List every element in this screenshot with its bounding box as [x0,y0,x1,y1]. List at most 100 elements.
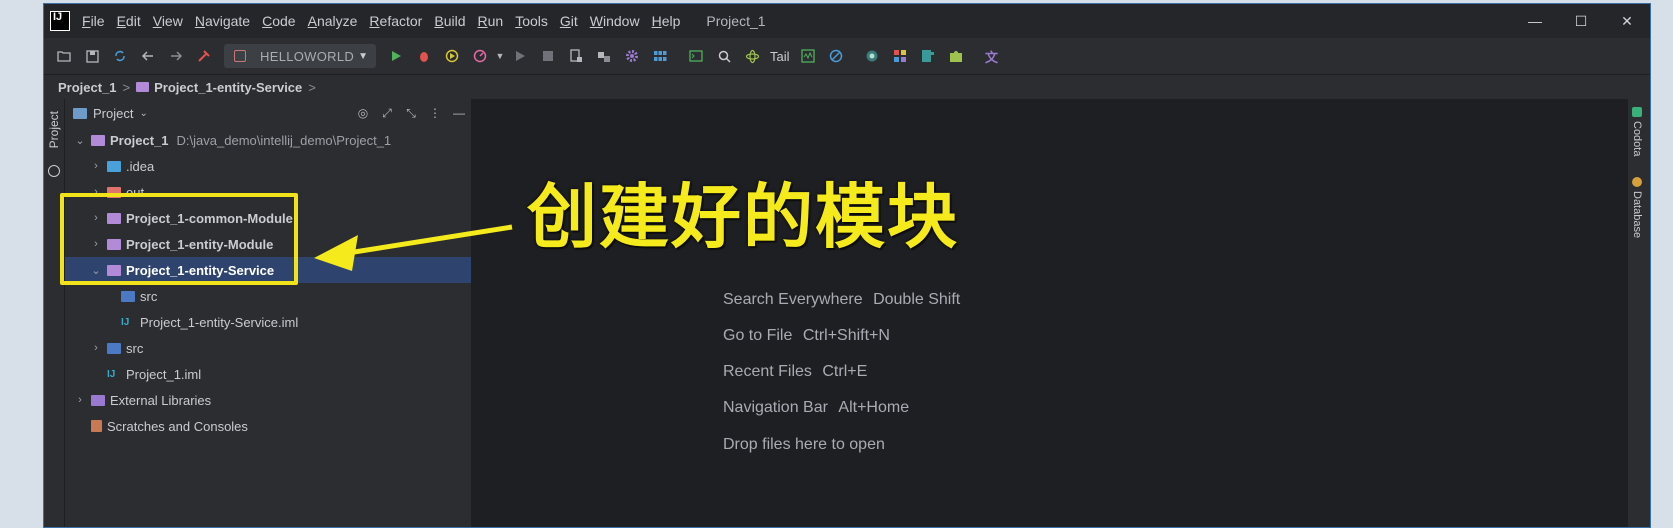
tree-row-service-iml[interactable]: IJ Project_1-entity-Service.iml [65,309,471,335]
open-folder-icon[interactable] [56,48,72,64]
panel-title[interactable]: Project [93,106,133,121]
minimize-button[interactable]: — [1512,4,1558,38]
hint-drop-files: Drop files here to open [723,436,885,454]
build-hammer-icon[interactable] [196,48,212,64]
chevron-right-icon[interactable]: › [89,212,103,224]
codota-tool-button[interactable]: Codota [1631,107,1643,156]
attach-icon[interactable] [512,48,528,64]
intellij-logo-icon [50,11,70,31]
menu-file[interactable]: File [82,13,105,29]
menu-help[interactable]: Help [652,13,681,29]
output-folder-icon [107,186,121,198]
chevron-right-icon[interactable]: › [73,394,87,406]
record-icon[interactable] [864,48,880,64]
terminal-icon[interactable] [688,48,704,64]
hint-shortcut: Double Shift [873,291,961,308]
project-tool-window-button[interactable]: Project [47,111,61,148]
block-icon[interactable] [828,48,844,64]
hint-shortcut: Ctrl+E [822,363,868,380]
tree-label: src [140,288,158,304]
tail-button[interactable]: Tail [770,49,790,64]
menu-code[interactable]: Code [262,13,295,29]
component-icon[interactable] [920,48,936,64]
locate-target-icon[interactable]: ◎ [351,106,375,120]
chevron-down-icon[interactable]: ⌄ [139,108,147,119]
options-kebab-icon[interactable]: ⋮ [423,106,447,120]
coverage-icon[interactable] [444,48,460,64]
chevron-right-icon[interactable]: › [89,160,103,172]
breadcrumb-project[interactable]: Project_1 [58,80,117,95]
save-icon[interactable] [84,48,100,64]
hide-panel-icon[interactable]: — [447,106,471,120]
tree-row-out[interactable]: › out [65,179,471,205]
grid-layout-icon[interactable] [652,48,668,64]
maximize-button[interactable]: ☐ [1558,4,1604,38]
plugin-grid-icon[interactable] [892,48,908,64]
run-configuration-select[interactable]: HELLOWORLD ▼ [224,44,376,68]
run-config-label: HELLOWORLD [260,48,355,64]
search-icon[interactable] [716,48,732,64]
project-folder-icon [73,107,87,119]
tree-row-scratches[interactable]: Scratches and Consoles [65,413,471,439]
iml-file-icon: IJ [107,368,116,380]
tree-label: Project_1-entity-Service [126,262,275,278]
chevron-right-icon[interactable]: › [89,238,103,250]
run-icon[interactable] [388,48,404,64]
modules-icon[interactable] [596,48,612,64]
menu-view[interactable]: View [153,13,183,29]
debug-icon[interactable] [416,48,432,64]
database-tool-button[interactable]: Database [1631,177,1643,238]
module-folder-icon [107,212,121,224]
tree-row-src[interactable]: › src [65,335,471,361]
tree-row-idea[interactable]: › .idea [65,153,471,179]
stop-icon[interactable] [540,48,556,64]
expand-all-icon[interactable]: ⤢ [375,106,399,121]
chevron-down-icon[interactable]: ⌄ [89,264,103,277]
more-run-chevron-icon[interactable]: ▼ [496,48,505,64]
settings-gear-icon[interactable] [624,48,640,64]
tree-row-external-libraries[interactable]: › External Libraries [65,387,471,413]
tree-row-project-root[interactable]: ⌄ Project_1 D:\java_demo\intellij_demo\P… [65,127,471,153]
collapse-all-icon[interactable]: ⤡ [399,106,423,121]
right-tool-strip: Codota Database [1627,99,1650,527]
left-tool-strip: Project [44,99,65,527]
menu-edit[interactable]: Edit [117,13,141,29]
profile-icon[interactable] [472,48,488,64]
tree-label: Scratches and Consoles [107,418,248,434]
project-strip-icon [48,165,60,177]
back-icon[interactable] [140,48,156,64]
translate-icon[interactable]: 文 [984,48,1000,65]
menu-window[interactable]: Window [590,13,640,29]
menu-run[interactable]: Run [477,13,503,29]
tree-label: External Libraries [110,392,212,408]
atom-icon[interactable] [744,48,760,64]
chevron-down-icon[interactable]: ⌄ [73,134,87,147]
close-button[interactable]: ✕ [1604,4,1650,38]
breadcrumb-module[interactable]: Project_1-entity-Service [154,80,302,95]
tree-row-service-src[interactable]: src [65,283,471,309]
source-folder-icon [107,342,121,354]
menu-tools[interactable]: Tools [515,13,548,29]
forward-icon[interactable] [168,48,184,64]
menu-navigate[interactable]: Navigate [195,13,250,29]
chevron-right-icon[interactable]: › [89,342,103,354]
sync-icon[interactable] [112,48,128,64]
hint-search-everywhere: Search Everywhere Double Shift [723,291,960,309]
breadcrumb: Project_1 > Project_1-entity-Service > [44,75,1650,100]
codota-icon [1632,107,1642,117]
tree-row-project-iml[interactable]: IJ Project_1.iml [65,361,471,387]
module-folder-icon [107,238,121,250]
monitor-chart-icon[interactable] [800,48,816,64]
chevron-right-icon[interactable]: › [89,186,103,198]
hint-action: Search Everywhere [723,291,863,308]
editor-area[interactable]: Search Everywhere Double Shift Go to Fil… [472,99,1628,527]
tree-label: out [126,184,145,200]
menu-build[interactable]: Build [434,13,465,29]
puzzle-plugin-icon[interactable] [948,48,964,64]
module-folder-icon [107,264,121,276]
menu-git[interactable]: Git [560,13,578,29]
tree-label: Project_1.iml [126,366,202,382]
menu-refactor[interactable]: Refactor [369,13,422,29]
menu-analyze[interactable]: Analyze [308,13,358,29]
project-structure-icon[interactable] [568,48,584,64]
